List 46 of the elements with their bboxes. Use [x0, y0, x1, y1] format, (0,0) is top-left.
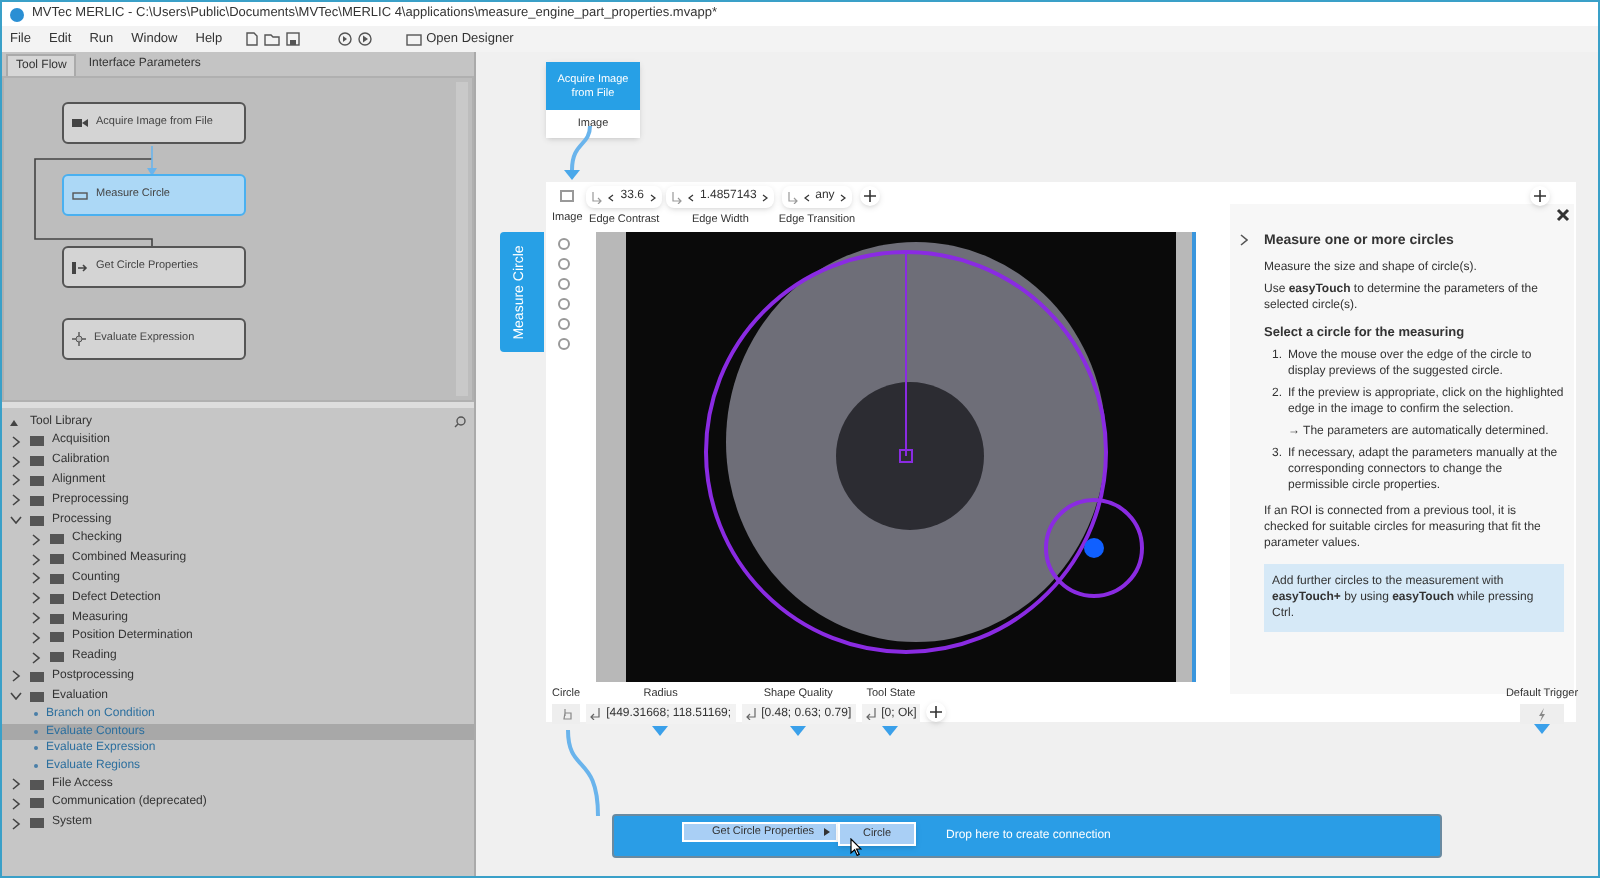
expand-chevron-icon[interactable] [10, 455, 22, 468]
camera-icon [72, 118, 88, 128]
expand-chevron-icon[interactable] [10, 797, 22, 810]
hand-pointer-icon [561, 708, 572, 721]
app-logo-icon [10, 7, 24, 21]
bar-arrow-icon [72, 261, 88, 273]
expand-chevron-icon[interactable] [10, 670, 22, 683]
expand-chevron-icon[interactable] [30, 651, 42, 664]
ruler-icon [72, 191, 88, 199]
collapse-caret-icon[interactable] [10, 419, 18, 425]
connector-icon [671, 191, 682, 203]
plus-icon [863, 190, 876, 202]
play-icon[interactable] [358, 32, 373, 46]
connector-icon [745, 708, 756, 721]
expand-chevron-icon[interactable] [10, 817, 22, 830]
expand-chevron-icon[interactable] [30, 612, 42, 625]
connector-icon [592, 191, 603, 203]
expand-chevron-icon[interactable] [10, 494, 22, 507]
image-icon [560, 190, 575, 202]
expand-chevron-icon[interactable] [10, 778, 22, 791]
new-file-icon[interactable] [246, 32, 259, 46]
plus-icon [930, 706, 943, 718]
lightning-icon [1538, 707, 1546, 722]
expand-chevron-icon[interactable] [30, 592, 42, 605]
connector-icon [590, 708, 601, 721]
search-icon[interactable] [454, 416, 466, 428]
collapse-chevron-icon[interactable] [10, 692, 22, 701]
expand-chevron-icon[interactable] [30, 631, 42, 644]
connector-icon [865, 708, 876, 721]
expand-chevron-icon[interactable] [10, 474, 22, 487]
save-icon[interactable] [286, 32, 301, 46]
plus-icon [1534, 190, 1546, 202]
designer-icon [406, 33, 423, 45]
mouse-cursor-icon [850, 838, 862, 856]
folder-icon[interactable] [264, 32, 281, 46]
expand-chevron-icon[interactable] [1240, 234, 1248, 246]
step-icon[interactable] [338, 32, 353, 46]
connector-icon [787, 191, 798, 203]
expand-chevron-icon[interactable] [10, 435, 22, 448]
submenu-arrow-icon [824, 828, 830, 836]
expand-chevron-icon[interactable] [30, 533, 42, 546]
close-icon[interactable] [1556, 208, 1570, 222]
expand-chevron-icon[interactable] [30, 553, 42, 566]
expand-chevron-icon[interactable] [30, 572, 42, 585]
collapse-chevron-icon[interactable] [10, 516, 22, 525]
connection-curve [566, 730, 602, 818]
